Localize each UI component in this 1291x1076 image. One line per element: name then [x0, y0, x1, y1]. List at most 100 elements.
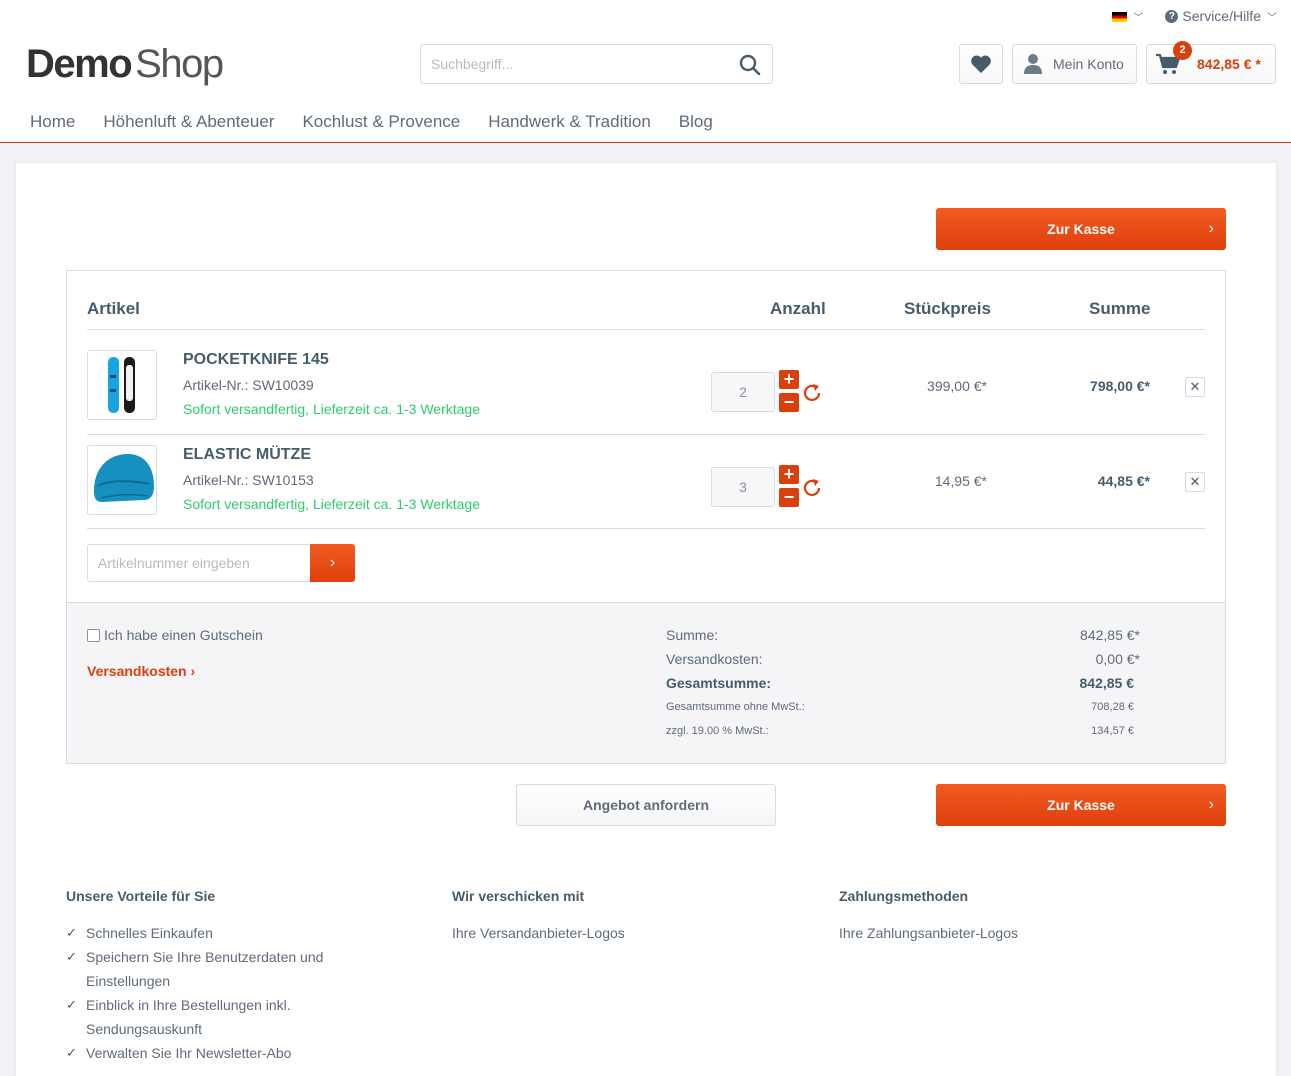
quantity-minus-button[interactable]: −: [779, 488, 799, 507]
german-flag-icon: [1112, 11, 1128, 22]
shop-logo[interactable]: Demo Shop: [26, 42, 224, 87]
product-number: Artikel-Nr.: SW10153: [183, 472, 314, 488]
nav-item-home[interactable]: Home: [16, 112, 89, 132]
quantity-input[interactable]: 3: [711, 467, 775, 507]
footer-benefits: Unsere Vorteile für Sie ✓ Schnelles Einka…: [66, 888, 356, 1065]
logo-part-shop: Shop: [135, 42, 224, 86]
benefits-list: ✓ Schnelles Einkaufen ✓ Speichern Sie Ihre…: [66, 921, 356, 1065]
benefit-item: ✓ Speichern Sie Ihre Benutzerdaten und Ei…: [66, 945, 356, 993]
column-header-unit-price: Stückpreis: [904, 299, 991, 318]
benefit-text: Verwalten Sie Ihr Newsletter-Abo: [86, 1045, 292, 1061]
product-number: Artikel-Nr.: SW10039: [183, 377, 314, 393]
question-circle-icon: ?: [1165, 10, 1179, 24]
refresh-icon[interactable]: [801, 382, 823, 404]
cart-item-row: POCKETKNIFE 145 Artikel-Nr.: SW10039 Sof…: [87, 330, 1205, 424]
refresh-icon[interactable]: [801, 477, 823, 499]
quantity-input[interactable]: 2: [711, 372, 775, 412]
payment-methods-text: Ihre Zahlungsanbieter-Logos: [839, 925, 1019, 941]
product-thumbnail: [94, 454, 154, 502]
remove-item-button[interactable]: ✕: [1185, 377, 1205, 397]
search-icon[interactable]: [738, 53, 762, 77]
benefit-item: ✓ Schnelles Einkaufen: [66, 921, 356, 945]
chevron-down-icon: ﹀: [1267, 13, 1277, 25]
chevron-right-icon: ›: [1208, 796, 1214, 813]
cart-page-content: Zur Kasse › Artikel Anzahl Stückpreis Su…: [16, 163, 1276, 1076]
account-label: Mein Konto: [1053, 56, 1124, 72]
language-switcher[interactable]: ﹀: [1112, 8, 1144, 25]
benefit-item: ✓ Einblick in Ihre Bestellungen inkl. Sen…: [66, 993, 356, 1041]
product-thumbnail: [108, 357, 135, 413]
logo-part-demo: Demo: [26, 42, 133, 86]
grand-total-value: 842,85 €: [1079, 675, 1135, 691]
shipping-cost-value: 0,00 €*: [1095, 651, 1140, 667]
footer-payment: Zahlungsmethoden Ihre Zahlungsanbieter-L…: [839, 888, 1018, 945]
voucher-checkbox[interactable]: [87, 628, 100, 642]
checkout-button-bottom[interactable]: Zur Kasse ›: [936, 784, 1226, 826]
checkout-label: Zur Kasse: [1047, 797, 1115, 813]
unit-price: 399,00 €*: [927, 378, 987, 394]
cart-table: Artikel Anzahl Stückpreis Summe POCKETKN…: [66, 270, 1226, 764]
site-header: ﹀ ?Service/Hilfe ﹀ DemoShop Mein Konto: [0, 0, 1291, 143]
chevron-right-icon: ›: [1208, 220, 1214, 237]
nav-item-kochlust[interactable]: Kochlust & Provence: [288, 112, 474, 132]
check-icon: ✓: [66, 997, 77, 1012]
remove-item-button[interactable]: ✕: [1185, 472, 1205, 492]
wishlist-button[interactable]: [959, 44, 1003, 84]
sum-label: Summe:: [666, 627, 719, 643]
checkout-label: Zur Kasse: [1047, 221, 1115, 237]
column-header-quantity: Anzahl: [770, 299, 826, 318]
benefits-title: Unsere Vorteile für Sie: [66, 888, 216, 904]
delivery-status: Sofort versandfertig, Lieferzeit ca. 1-3…: [183, 496, 480, 512]
voucher-option[interactable]: Ich habe einen Gutschein: [87, 627, 263, 643]
service-menu[interactable]: ? Service/Hilfe ﹀: [1165, 7, 1277, 25]
item-total: 798,00 €*: [1090, 378, 1150, 394]
tax-value: 134,57 €: [1091, 725, 1134, 737]
checkout-button-top[interactable]: Zur Kasse ›: [936, 208, 1226, 250]
user-icon: [1024, 54, 1042, 74]
cart-button[interactable]: 2 842,85 € *: [1146, 41, 1276, 84]
cart-count-badge: 2: [1173, 41, 1192, 60]
main-navigation: Home Höhenluft & Abenteuer Kochlust & Pr…: [16, 112, 727, 132]
shipping-cost-label: Versandkosten:: [666, 651, 763, 667]
item-total: 44,85 €*: [1097, 473, 1150, 489]
service-label: Service/Hilfe: [1182, 7, 1261, 24]
footer-shipping: Wir verschicken mit Ihre Versandanbieter…: [452, 888, 625, 945]
unit-price: 14,95 €*: [934, 473, 987, 489]
search-bar: [420, 44, 773, 84]
column-header-article: Artikel: [87, 299, 140, 318]
top-bar: ﹀ ? Service/Hilfe ﹀: [1112, 6, 1277, 26]
product-name[interactable]: ELASTIC MÜTZE: [183, 446, 311, 464]
net-total-label: Gesamtsumme ohne MwSt.:: [666, 701, 805, 713]
cart-summary: Ich habe einen Gutschein Versandkosten ›…: [67, 602, 1225, 763]
divider: [87, 528, 1205, 529]
column-header-total: Summe: [1089, 299, 1151, 318]
cart-item-row: ELASTIC MÜTZE Artikel-Nr.: SW10153 Sofor…: [87, 425, 1205, 519]
request-offer-button[interactable]: Angebot anfordern: [516, 784, 776, 826]
article-number-input[interactable]: [87, 544, 311, 582]
payment-methods-title: Zahlungsmethoden: [839, 888, 969, 904]
quantity-minus-button[interactable]: −: [779, 393, 799, 412]
check-icon: ✓: [66, 949, 77, 964]
benefit-item: ✓ Verwalten Sie Ihr Newsletter-Abo: [66, 1041, 356, 1065]
delivery-status: Sofort versandfertig, Lieferzeit ca. 1-3…: [183, 401, 480, 417]
shipping-providers-text: Ihre Versandanbieter-Logos: [452, 925, 625, 941]
nav-item-handwerk[interactable]: Handwerk & Tradition: [474, 112, 665, 132]
tax-label: zzgl. 19.00 % MwSt.:: [666, 725, 769, 737]
quantity-plus-button[interactable]: +: [779, 370, 799, 389]
product-image-pocketknife[interactable]: [87, 350, 157, 420]
sum-value: 842,85 €*: [1080, 627, 1140, 643]
benefit-text: Einblick in Ihre Bestellungen inkl. Send…: [86, 997, 291, 1037]
quantity-plus-button[interactable]: +: [779, 465, 799, 484]
add-article-button[interactable]: ›: [310, 544, 355, 582]
account-button[interactable]: Mein Konto: [1012, 44, 1137, 84]
check-icon: ✓: [66, 1045, 77, 1060]
product-name[interactable]: POCKETKNIFE 145: [183, 351, 329, 369]
nav-item-hoehenluft[interactable]: Höhenluft & Abenteuer: [89, 112, 288, 132]
search-input[interactable]: [421, 45, 721, 83]
shipping-costs-link[interactable]: Versandkosten ›: [87, 663, 195, 679]
benefit-text: Speichern Sie Ihre Benutzerdaten und Ein…: [86, 949, 324, 989]
nav-item-blog[interactable]: Blog: [665, 112, 727, 132]
voucher-label: Ich habe einen Gutschein: [104, 627, 263, 643]
product-image-muetze[interactable]: [87, 445, 157, 515]
chevron-down-icon: ﹀: [1133, 13, 1144, 25]
